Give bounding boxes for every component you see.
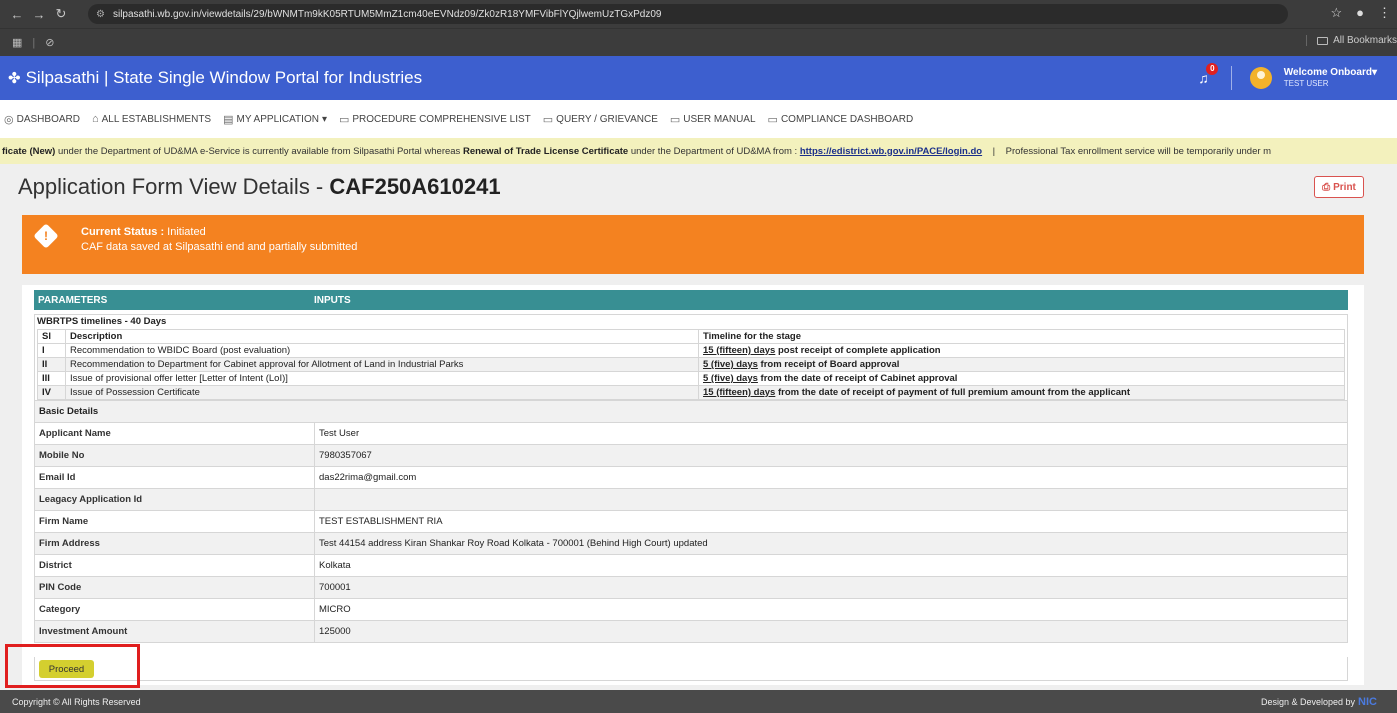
folder-icon	[1317, 36, 1329, 45]
url-text: silpasathi.wb.gov.in/viewdetails/29/bWNM…	[112, 8, 662, 20]
building-icon: ⌂	[91, 113, 99, 125]
list-icon: ▭	[338, 113, 350, 126]
reload-icon[interactable]: ↻	[50, 6, 72, 22]
table-row: I Recommendation to WBIDC Board (post ev…	[37, 343, 1345, 358]
table-row: II Recommendation to Department for Cabi…	[37, 357, 1345, 372]
table-row: Firm Address Test 44154 address Kiran Sha…	[34, 532, 1348, 555]
back-arrow-icon[interactable]: ←	[6, 7, 28, 22]
basic-details-title: Basic Details	[34, 400, 1348, 423]
main-menu: ◎ DASHBOARD ⌂ ALL ESTABLISHMENTS ▤ MY APPLI…	[0, 100, 1397, 138]
bookmarks-bar: ▦ | ⊘ All Bookmarks	[0, 28, 1397, 56]
address-bar[interactable]: ⚙ silpasathi.wb.gov.in/viewdetails/29/bW…	[88, 4, 1288, 24]
edistrict-link[interactable]: https://edistrict.wb.gov.in/PACE/login.d…	[800, 146, 982, 157]
app-title[interactable]: Silpasathi | State Single Window Portal …	[26, 68, 423, 88]
status-message: CAF data saved at Silpasathi end and par…	[81, 241, 358, 253]
warning-icon: !	[33, 223, 59, 249]
site-info-icon[interactable]: ⚙	[96, 9, 105, 20]
table-row: Applicant Name Test User	[34, 422, 1348, 445]
profile-icon[interactable]: ●	[1356, 5, 1364, 21]
menu-query-grievance[interactable]: ▭ QUERY / GRIEVANCE	[543, 113, 658, 126]
page-title: Application Form View Details - CAF250A6…	[18, 174, 501, 199]
details-panel: PARAMETERS INPUTS WBRTPS timelines - 40 …	[22, 285, 1364, 685]
announcement-ticker: ficate (New) under the Department of UD&…	[0, 138, 1397, 164]
table-row: PIN Code 700001	[34, 576, 1348, 599]
user-name: TEST USER	[1283, 79, 1329, 88]
table-row: Category MICRO	[34, 598, 1348, 621]
table-row: III Issue of provisional offer letter [L…	[37, 371, 1345, 386]
list-icon: ▭	[767, 113, 778, 126]
timeline-table: Sl Description Timeline for the stage I …	[37, 329, 1345, 400]
chevron-down-icon: ▾	[321, 113, 327, 125]
table-row: Mobile No 7980357067	[34, 444, 1348, 467]
header-divider	[1230, 66, 1232, 90]
dashboard-icon: ◎	[4, 113, 14, 126]
main-content: Application Form View Details - CAF250A6…	[0, 164, 1397, 690]
table-row: Firm Name TEST ESTABLISHMENT RIA	[34, 510, 1348, 533]
avatar[interactable]	[1249, 67, 1272, 89]
forward-arrow-icon[interactable]: →	[28, 7, 50, 22]
bookmark-site-icon[interactable]: ⊘	[45, 36, 54, 49]
list-icon: ▭	[542, 113, 554, 126]
copyright-text: Copyright © All Rights Reserved	[12, 696, 141, 707]
notification-badge: 0	[1206, 63, 1219, 75]
highlight-box	[5, 644, 140, 688]
user-menu[interactable]: Welcome Onboard▾ TEST USER	[1284, 67, 1377, 89]
footer: Copyright © All Rights Reserved Design &…	[0, 690, 1397, 713]
menu-all-establishments[interactable]: ⌂ ALL ESTABLISHMENTS	[92, 113, 211, 125]
notification-bell-icon[interactable]: ♫ 0	[1198, 63, 1219, 86]
table-row: Investment Amount 125000	[34, 620, 1348, 643]
caf-id: CAF250A610241	[329, 174, 501, 199]
timeline-title: WBRTPS timelines - 40 Days	[37, 316, 167, 327]
browser-toolbar: ← → ↻ ⚙ silpasathi.wb.gov.in/viewdetails…	[0, 0, 1397, 28]
app-header: ✤ Silpasathi | State Single Window Porta…	[0, 56, 1397, 100]
list-icon: ▭	[669, 113, 681, 126]
table-row: IV Issue of Possession Certificate 15 (f…	[37, 385, 1345, 400]
document-icon: ▤	[223, 113, 234, 126]
apps-grid-icon[interactable]: ▦	[12, 36, 22, 49]
logo-icon[interactable]: ✤	[8, 69, 21, 87]
bookmark-star-icon[interactable]: ☆	[1330, 5, 1342, 21]
browser-menu-icon[interactable]: ⋮	[1378, 5, 1391, 21]
table-row: District Kolkata	[34, 554, 1348, 577]
menu-dashboard[interactable]: ◎ DASHBOARD	[4, 113, 80, 126]
menu-procedure-list[interactable]: ▭ PROCEDURE COMPREHENSIVE LIST	[339, 113, 531, 126]
print-button[interactable]: ⎙ Print	[1314, 176, 1364, 198]
printer-icon: ⎙	[1322, 181, 1331, 193]
table-row: Email Id das22rima@gmail.com	[34, 466, 1348, 489]
menu-user-manual[interactable]: ▭ USER MANUAL	[670, 113, 756, 126]
menu-my-application[interactable]: ▤ MY APPLICATION ▾	[223, 113, 327, 126]
nic-logo: NIC	[1358, 696, 1377, 708]
table-row: Leagacy Application Id	[34, 488, 1348, 511]
all-bookmarks-button[interactable]: All Bookmarks	[1306, 35, 1397, 46]
chevron-down-icon: ▾	[1371, 67, 1377, 78]
welcome-text: Welcome Onboard	[1283, 67, 1372, 78]
menu-compliance-dashboard[interactable]: ▭ COMPLIANCE DASHBOARD	[768, 113, 914, 126]
proceed-row: Proceed	[34, 657, 1348, 681]
details-table: WBRTPS timelines - 40 Days Sl Descriptio…	[34, 314, 1348, 643]
parameters-header: PARAMETERS INPUTS	[34, 290, 1348, 310]
status-alert: ! Current Status : Initiated CAF data sa…	[22, 215, 1364, 274]
